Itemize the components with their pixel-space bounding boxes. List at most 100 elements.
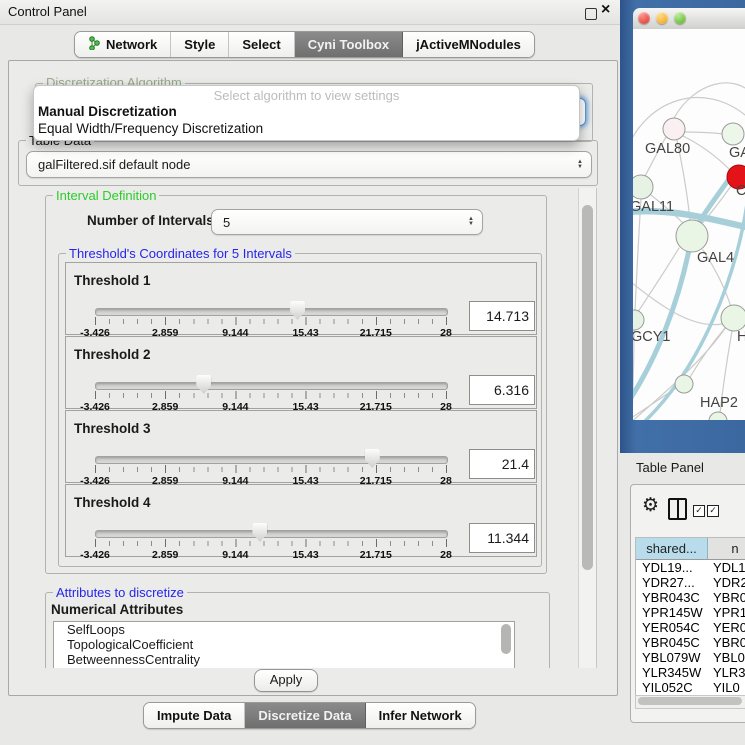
- network-canvas[interactable]: GAL80GACGAL11GAL4GCY1HHAP2: [633, 29, 745, 420]
- cell-shared-name: YIL052C: [636, 680, 707, 695]
- table-row[interactable]: YPR145WYPR1: [636, 605, 745, 620]
- tab-impute-data[interactable]: Impute Data: [144, 703, 245, 728]
- algorithm-option-equal-width-frequency-discretization[interactable]: Equal Width/Frequency Discretization: [38, 121, 263, 137]
- table-row[interactable]: YDL19...YDL1: [636, 560, 745, 575]
- tab-discretize-data[interactable]: Discretize Data: [245, 703, 365, 728]
- table-panel: ⚙ ✓ ✓ shared... n YDL19...YDL1YDR27...YD…: [630, 484, 745, 723]
- network-node-gal80[interactable]: [663, 118, 685, 140]
- interval-definition-group: Interval Definition Number of Intervals …: [45, 195, 547, 574]
- threshold-slider[interactable]: -3.4262.8599.14415.4321.71528: [74, 301, 474, 337]
- numerical-attributes-list[interactable]: SelfLoopsTopologicalCoefficientBetweenne…: [53, 621, 515, 668]
- column-header-shared[interactable]: shared...: [636, 538, 708, 559]
- node-label: GA: [729, 145, 745, 161]
- network-edge[interactable]: [635, 199, 641, 310]
- network-window-titlebar[interactable]: [633, 8, 745, 30]
- network-node-hap2[interactable]: [675, 375, 693, 393]
- panel-scrollbar[interactable]: [578, 188, 597, 668]
- attributes-group: Attributes to discretize Numerical Attri…: [45, 592, 550, 668]
- slider-track[interactable]: [95, 308, 448, 316]
- network-edge[interactable]: [683, 132, 724, 134]
- table-hscrollbar-thumb[interactable]: [638, 697, 742, 705]
- tab-label: Cyni Toolbox: [308, 37, 389, 52]
- cell-shared-name: YLR345W: [636, 665, 707, 680]
- cell-name: YDL1: [707, 560, 745, 575]
- checkbox-icon[interactable]: ✓: [693, 505, 705, 517]
- network-node[interactable]: [709, 412, 727, 420]
- tab-label: Infer Network: [379, 708, 462, 723]
- network-node-gal4[interactable]: [676, 220, 708, 252]
- threshold-value-field[interactable]: 14.713: [469, 301, 535, 331]
- cell-name: YIL0: [707, 680, 745, 695]
- tab-infer-network[interactable]: Infer Network: [366, 703, 475, 728]
- network-edge[interactable]: [674, 83, 745, 118]
- table-toolbar: ⚙ ✓ ✓: [631, 485, 745, 535]
- thresholds-group: Threshold's Coordinates for 5 Intervals …: [58, 253, 542, 567]
- network-node-gcy1[interactable]: [633, 310, 644, 330]
- float-window-icon[interactable]: [585, 8, 597, 20]
- zoom-traffic-light[interactable]: [674, 12, 686, 24]
- tab-label: Network: [106, 37, 157, 52]
- cell-name: YER0: [707, 620, 745, 635]
- network-node-h[interactable]: [721, 305, 745, 331]
- close-icon[interactable]: ×: [601, 1, 610, 19]
- slider-track[interactable]: [95, 382, 448, 390]
- node-label: GAL4: [697, 250, 734, 266]
- column-layout-icon[interactable]: [668, 498, 687, 520]
- tab-cyni-toolbox[interactable]: Cyni Toolbox: [295, 32, 403, 57]
- table-hscrollbar[interactable]: [635, 695, 745, 709]
- table-data-combo[interactable]: galFiltered.sif default node ▲▼: [26, 151, 592, 178]
- control-panel-titlebar: Control Panel ×: [0, 0, 620, 25]
- tab-select[interactable]: Select: [229, 32, 294, 57]
- numerical-attributes-label: Numerical Attributes: [51, 602, 183, 617]
- attribute-item[interactable]: SelfLoops: [54, 622, 514, 637]
- table-row[interactable]: YIL052CYIL0: [636, 680, 745, 695]
- combo-stepper-icon: ▲▼: [468, 217, 474, 227]
- threshold-slider[interactable]: -3.4262.8599.14415.4321.71528: [74, 523, 474, 559]
- attribute-item[interactable]: TopologicalCoefficient: [54, 637, 514, 652]
- tick-label: 9.144: [222, 549, 248, 561]
- close-traffic-light[interactable]: [638, 12, 650, 24]
- tick-label: 28: [440, 549, 452, 561]
- network-icon: [88, 36, 101, 53]
- table-row[interactable]: YBR045CYBR0: [636, 635, 745, 650]
- tab-network[interactable]: Network: [75, 32, 171, 57]
- cell-shared-name: YPR145W: [636, 605, 707, 620]
- table-row[interactable]: YBL079WYBL0: [636, 650, 745, 665]
- column-header-name[interactable]: n: [708, 538, 745, 559]
- threshold-box: Threshold 1 -3.4262.8599.14415.4321.7152…: [65, 262, 537, 335]
- top-tab-bar: Network StyleSelect Cyni Toolbox jActiveMNo…: [74, 31, 535, 58]
- slider-track[interactable]: [95, 530, 448, 538]
- slider-track[interactable]: [95, 456, 448, 464]
- threshold-value-field[interactable]: 21.4: [469, 449, 535, 479]
- network-node-gal11[interactable]: [633, 175, 653, 199]
- number-of-intervals-label: Number of Intervals: [87, 213, 214, 228]
- cell-shared-name: YER054C: [636, 620, 707, 635]
- threshold-slider[interactable]: -3.4262.8599.14415.4321.71528: [74, 449, 474, 485]
- table-row[interactable]: YBR043CYBR0: [636, 590, 745, 605]
- minimize-traffic-light[interactable]: [656, 12, 668, 24]
- tab-jactivemnodules[interactable]: jActiveMNodules: [403, 32, 534, 57]
- apply-button[interactable]: Apply: [254, 669, 318, 692]
- algorithm-option-manual-discretization[interactable]: Manual Discretization: [38, 104, 177, 120]
- tab-style[interactable]: Style: [171, 32, 229, 57]
- threshold-label: Threshold 1: [74, 273, 151, 288]
- list-scrollbar[interactable]: [501, 624, 511, 654]
- tab-label: Discretize Data: [258, 708, 351, 723]
- panel-scrollbar-thumb[interactable]: [582, 205, 593, 570]
- node-table[interactable]: shared... n YDL19...YDL1YDR27...YDR2YBR0…: [635, 537, 745, 696]
- node-label: GAL11: [633, 199, 674, 215]
- checkbox-icon[interactable]: ✓: [707, 505, 719, 517]
- gear-icon[interactable]: ⚙: [642, 494, 659, 516]
- threshold-box: Threshold 4 -3.4262.8599.14415.4321.7152…: [65, 484, 537, 557]
- threshold-slider[interactable]: -3.4262.8599.14415.4321.71528: [74, 375, 474, 411]
- table-row[interactable]: YER054CYER0: [636, 620, 745, 635]
- table-header[interactable]: shared... n: [636, 538, 745, 560]
- attribute-item[interactable]: BetweennessCentrality: [54, 652, 514, 667]
- number-of-intervals-combo[interactable]: 5 ▲▼: [211, 209, 483, 235]
- slider-major-ticks: [95, 391, 448, 399]
- threshold-value-field[interactable]: 11.344: [469, 523, 535, 553]
- table-row[interactable]: YDR27...YDR2: [636, 575, 745, 590]
- table-row[interactable]: YLR345WYLR3: [636, 665, 745, 680]
- threshold-value-field[interactable]: 6.316: [469, 375, 535, 405]
- network-node-ga[interactable]: [722, 123, 744, 145]
